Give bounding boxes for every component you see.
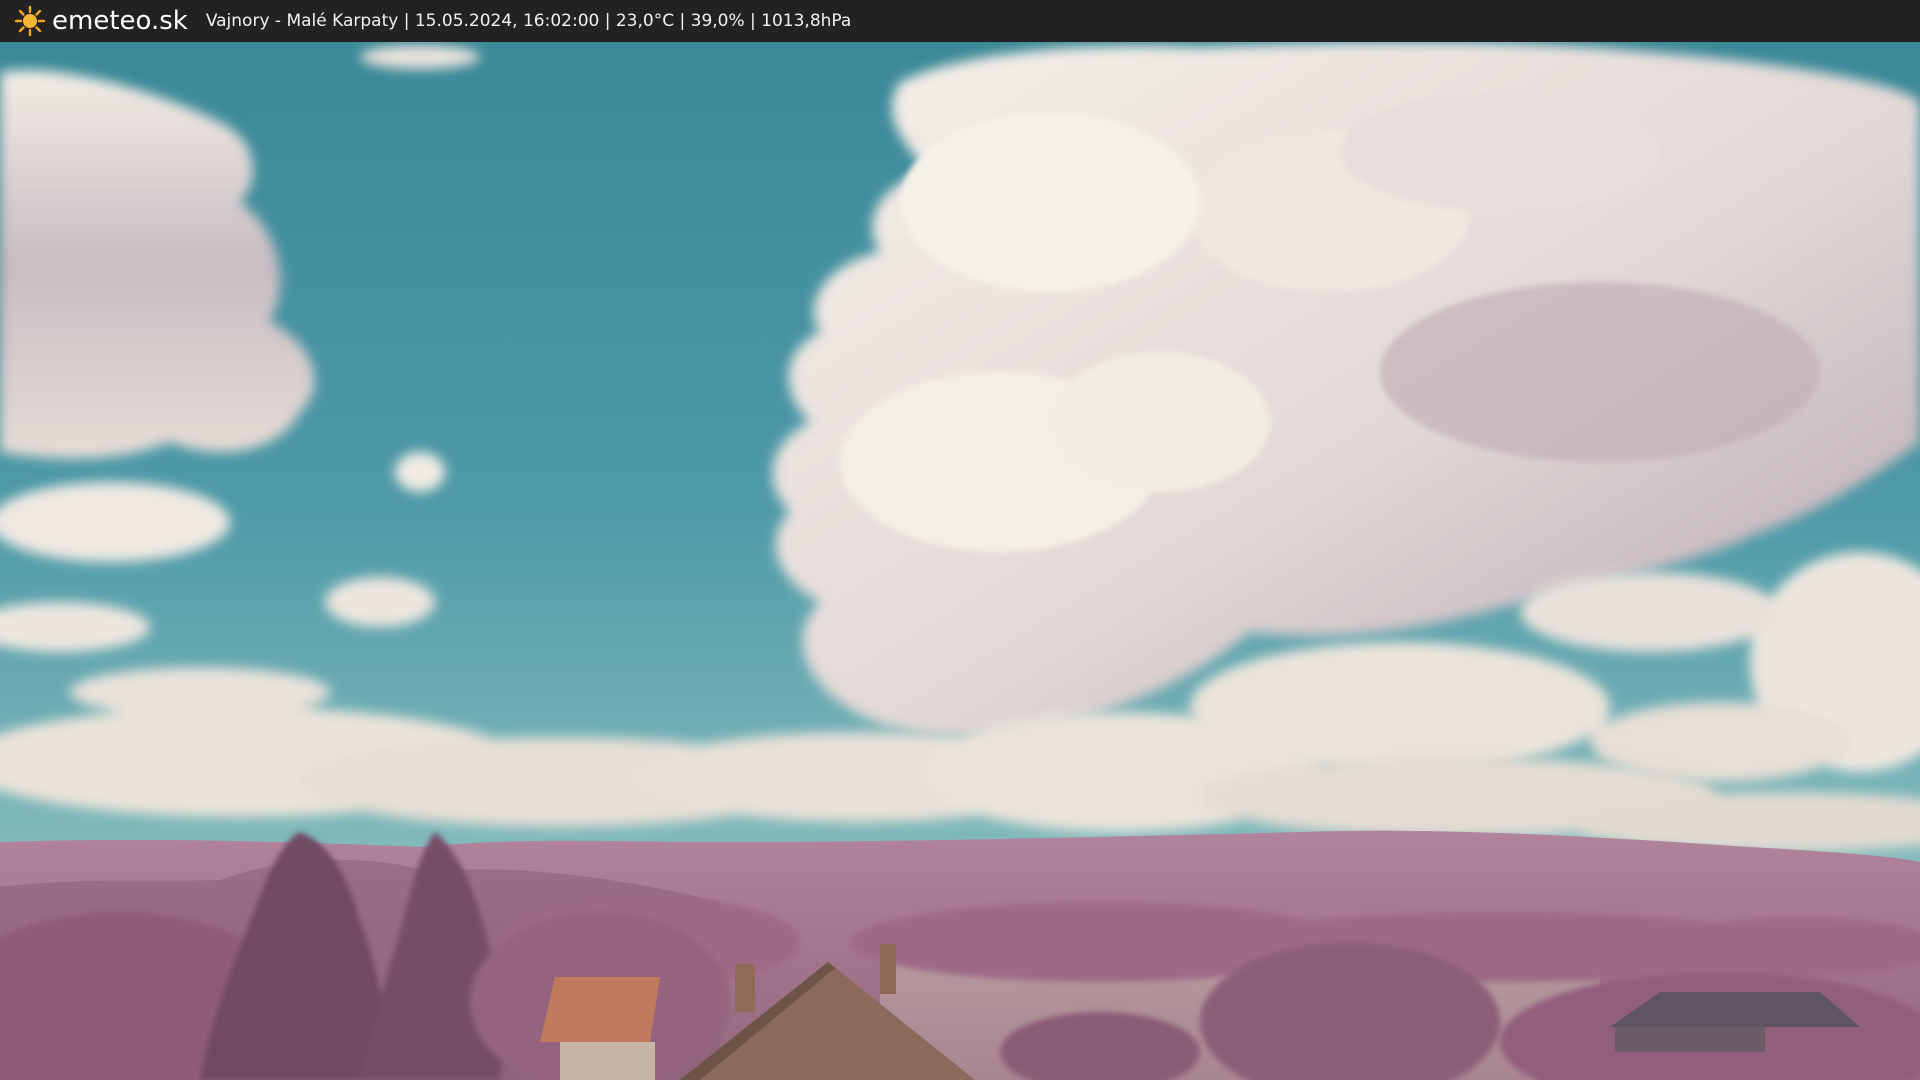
- webcam-header-bar: emeteo.sk Vajnory - Malé Karpaty | 15.05…: [0, 0, 1920, 42]
- sun-icon: [14, 5, 46, 37]
- webcam-frame: emeteo.sk Vajnory - Malé Karpaty | 15.05…: [0, 0, 1920, 1080]
- webcam-image: [0, 42, 1920, 1080]
- webcam-caption: Vajnory - Malé Karpaty | 15.05.2024, 16:…: [205, 11, 852, 31]
- brand-name: emeteo.sk: [52, 6, 188, 36]
- roof-left: [540, 977, 660, 1042]
- brand[interactable]: emeteo.sk: [14, 5, 188, 37]
- chimney: [735, 964, 755, 1012]
